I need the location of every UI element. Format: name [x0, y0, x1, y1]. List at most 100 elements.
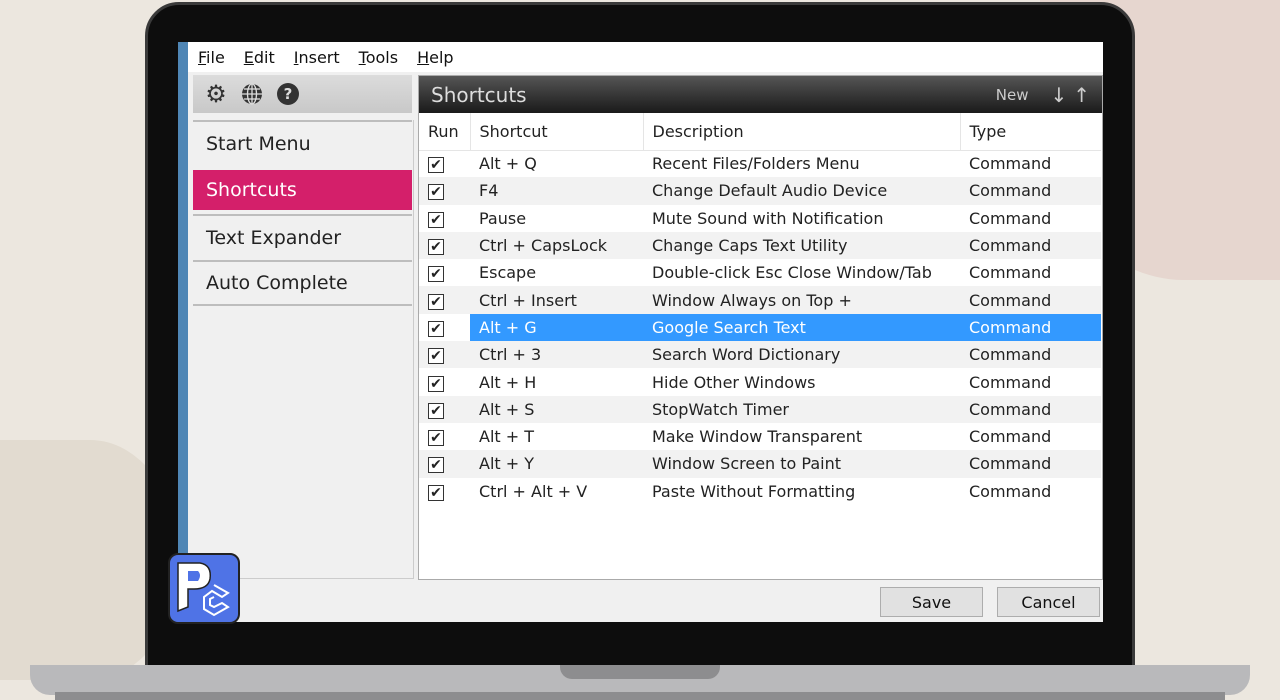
run-cell: ✔ — [419, 450, 470, 478]
run-cell: ✔ — [419, 231, 470, 260]
window-edge — [178, 42, 188, 622]
type-cell: Command — [969, 154, 1052, 174]
app-logo — [168, 553, 240, 624]
sidebar-item-start-menu[interactable]: Start Menu — [193, 120, 412, 166]
shortcut-cell: Alt + S — [470, 395, 643, 423]
table-row[interactable]: ✔ Alt + G Google Search Text Command — [419, 313, 1101, 342]
shortcut-cell: Ctrl + Alt + V — [479, 481, 588, 501]
table-row[interactable]: ✔ Alt + Q Recent Files/Folders Menu Comm… — [419, 150, 1101, 177]
shortcut-cell: Alt + T — [479, 427, 535, 447]
column-header-description[interactable]: Description — [643, 113, 961, 151]
run-cell: ✔ — [419, 341, 470, 369]
run-checkbox[interactable]: ✔ — [428, 157, 444, 174]
menu-tools[interactable]: Tools — [359, 48, 398, 67]
shortcut-cell: Ctrl + Insert — [470, 286, 643, 314]
svg-text:?: ? — [284, 85, 293, 103]
type-cell: Command — [960, 177, 1101, 205]
run-checkbox[interactable]: ✔ — [428, 402, 444, 419]
run-cell: ✔ — [419, 150, 470, 177]
description-cell: Mute Sound with Notification — [652, 208, 884, 228]
type-cell: Command — [969, 427, 1052, 447]
type-cell: Command — [960, 341, 1101, 369]
type-cell: Command — [960, 231, 1101, 260]
run-checkbox[interactable]: ✔ — [428, 484, 444, 501]
sidebar-item-shortcuts[interactable]: Shortcuts — [193, 170, 412, 210]
description-cell: Window Screen to Paint — [643, 450, 960, 478]
table-row[interactable]: ✔ Escape Double-click Esc Close Window/T… — [419, 259, 1101, 286]
run-checkbox[interactable]: ✔ — [428, 320, 444, 337]
cancel-button[interactable]: Cancel — [997, 587, 1100, 617]
move-down-icon[interactable]: ↓ — [1050, 83, 1067, 107]
description-cell: Recent Files/Folders Menu — [652, 154, 860, 174]
table-row[interactable]: ✔ F4 Change Default Audio Device Command — [419, 177, 1101, 205]
menu-insert[interactable]: Insert — [294, 48, 340, 67]
move-up-icon[interactable]: ↑ — [1073, 83, 1090, 107]
sidebar-item-auto-complete[interactable]: Auto Complete — [193, 260, 412, 306]
help-icon[interactable]: ? — [275, 81, 301, 107]
description-cell: Google Search Text — [643, 313, 960, 342]
shortcut-cell: Alt + H — [479, 372, 537, 392]
run-checkbox[interactable]: ✔ — [428, 266, 444, 283]
description-cell: Change Caps Text Utility — [643, 231, 960, 260]
run-checkbox[interactable]: ✔ — [428, 293, 444, 310]
run-checkbox[interactable]: ✔ — [428, 239, 444, 256]
shortcuts-table: Run Shortcut Description Type ✔ Alt + Q … — [419, 113, 1101, 505]
sidebar-item-text-expander[interactable]: Text Expander — [193, 214, 412, 260]
type-cell: Command — [960, 450, 1101, 478]
run-cell: ✔ — [419, 314, 470, 341]
laptop-notch — [560, 665, 720, 679]
run-checkbox[interactable]: ✔ — [428, 184, 444, 201]
table-row[interactable]: ✔ Ctrl + 3 Search Word Dictionary Comman… — [419, 341, 1101, 369]
run-checkbox[interactable]: ✔ — [428, 375, 444, 392]
shortcut-cell: Escape — [479, 263, 537, 283]
save-button[interactable]: Save — [880, 587, 983, 617]
description-cell: Double-click Esc Close Window/Tab — [652, 263, 932, 283]
table-row[interactable]: ✔ Pause Mute Sound with Notification Com… — [419, 205, 1101, 232]
description-cell: Change Default Audio Device — [643, 177, 960, 205]
column-header-run[interactable]: Run — [419, 113, 471, 151]
panel-title: Shortcuts — [431, 82, 527, 107]
panel-header: Shortcuts New ↓ ↑ — [419, 76, 1102, 113]
shortcut-cell: Alt + G — [470, 313, 643, 342]
run-cell: ✔ — [419, 205, 470, 232]
app-window: File Edit Insert Tools Help ⚙ ? Start Me… — [178, 42, 1103, 622]
run-cell: ✔ — [419, 395, 470, 423]
laptop-base-edge — [55, 692, 1225, 700]
gear-icon[interactable]: ⚙ — [203, 80, 229, 108]
description-cell: Window Always on Top + — [643, 286, 960, 314]
globe-icon[interactable] — [239, 81, 265, 107]
table-row[interactable]: ✔ Alt + H Hide Other Windows Command — [419, 368, 1101, 395]
type-cell: Command — [960, 313, 1101, 342]
run-checkbox[interactable]: ✔ — [428, 211, 444, 228]
table-row[interactable]: ✔ Alt + Y Window Screen to Paint Command — [419, 450, 1101, 478]
description-cell: Paste Without Formatting — [652, 481, 856, 501]
table-row[interactable]: ✔ Alt + S StopWatch Timer Command — [419, 395, 1101, 423]
menu-edit[interactable]: Edit — [244, 48, 275, 67]
table-row[interactable]: ✔ Alt + T Make Window Transparent Comman… — [419, 423, 1101, 450]
shortcut-cell: Pause — [479, 208, 527, 228]
table-row[interactable]: ✔ Ctrl + Alt + V Paste Without Formattin… — [419, 478, 1101, 505]
type-cell: Command — [960, 395, 1101, 423]
menu-file[interactable]: File — [198, 48, 225, 67]
icon-toolbar: ⚙ ? — [193, 75, 412, 113]
run-checkbox[interactable]: ✔ — [428, 430, 444, 447]
run-cell: ✔ — [419, 423, 470, 450]
menu-help[interactable]: Help — [417, 48, 453, 67]
type-cell: Command — [969, 263, 1052, 283]
type-cell: Command — [969, 481, 1052, 501]
description-cell: Hide Other Windows — [652, 372, 816, 392]
run-checkbox[interactable]: ✔ — [428, 457, 444, 474]
column-header-type[interactable]: Type — [960, 113, 1101, 151]
menu-bar: File Edit Insert Tools Help — [188, 42, 1103, 72]
column-header-shortcut[interactable]: Shortcut — [470, 113, 644, 151]
shortcut-cell: Alt + Y — [470, 450, 643, 478]
run-cell: ✔ — [419, 286, 470, 314]
run-checkbox[interactable]: ✔ — [428, 348, 444, 365]
shortcut-cell: Alt + Q — [479, 154, 537, 174]
run-cell: ✔ — [419, 177, 470, 205]
type-cell: Command — [960, 286, 1101, 314]
table-row[interactable]: ✔ Ctrl + Insert Window Always on Top + C… — [419, 286, 1101, 314]
table-row[interactable]: ✔ Ctrl + CapsLock Change Caps Text Utili… — [419, 231, 1101, 260]
new-button[interactable]: New — [996, 86, 1029, 104]
type-cell: Command — [969, 208, 1052, 228]
